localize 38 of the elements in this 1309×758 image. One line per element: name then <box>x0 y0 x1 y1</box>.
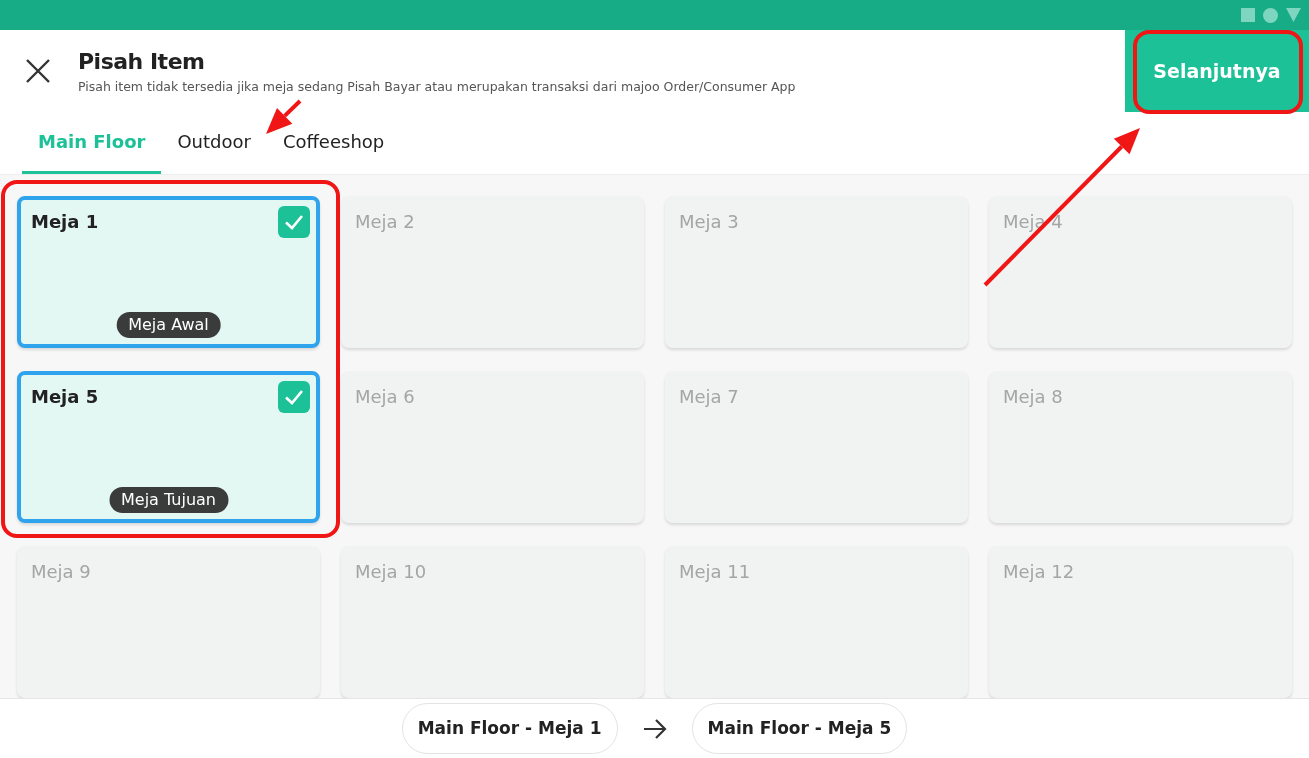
table-name: Meja 3 <box>679 211 739 232</box>
table-card[interactable]: Meja 1 Meja Awal <box>17 196 320 348</box>
triangle-icon <box>1286 8 1301 22</box>
table-name: Meja 9 <box>31 561 91 582</box>
table-name: Meja 5 <box>31 386 99 407</box>
table-name: Meja 8 <box>1003 386 1063 407</box>
annotation-arrow <box>266 99 302 134</box>
table-name: Meja 12 <box>1003 561 1075 582</box>
table-name: Meja 11 <box>679 561 751 582</box>
table-card[interactable]: Meja 12 <box>989 546 1292 698</box>
table-card[interactable]: Meja 9 <box>17 546 320 698</box>
table-card[interactable]: Meja 8 <box>989 371 1292 523</box>
arrow-right-icon <box>641 717 668 740</box>
square-icon <box>1241 8 1255 22</box>
table-name: Meja 7 <box>679 386 739 407</box>
table-role-badge: Meja Tujuan <box>109 487 228 513</box>
floor-tab[interactable]: Coffeeshop <box>266 112 401 174</box>
table-card[interactable]: Meja 6 <box>341 371 644 523</box>
checkbox-checked-icon <box>278 206 310 238</box>
table-card[interactable]: Meja 7 <box>665 371 968 523</box>
table-card[interactable]: Meja 11 <box>665 546 968 698</box>
table-name: Meja 10 <box>355 561 427 582</box>
close-icon[interactable] <box>24 57 52 85</box>
table-card[interactable]: Meja 3 <box>665 196 968 348</box>
page-subtitle: Pisah item tidak tersedia jika meja sedang Pisah Bayar atau merupakan transaksi dari majoo Order/Consumer App <box>78 78 797 97</box>
table-card[interactable]: Meja 5 Meja Tujuan <box>17 371 320 523</box>
checkbox-checked-icon <box>278 381 310 413</box>
table-name: Meja 1 <box>31 211 99 232</box>
table-card[interactable]: Meja 4 <box>989 196 1292 348</box>
floor-tab[interactable]: Outdoor <box>161 112 267 174</box>
page-title: Pisah Item <box>78 48 206 77</box>
circle-icon <box>1263 7 1278 23</box>
table-card[interactable]: Meja 2 <box>341 196 644 348</box>
table-role-badge: Meja Awal <box>116 312 221 338</box>
table-card[interactable]: Meja 10 <box>341 546 644 698</box>
table-name: Meja 2 <box>355 211 415 232</box>
table-name: Meja 6 <box>355 386 415 407</box>
table-name: Meja 4 <box>1003 211 1063 232</box>
